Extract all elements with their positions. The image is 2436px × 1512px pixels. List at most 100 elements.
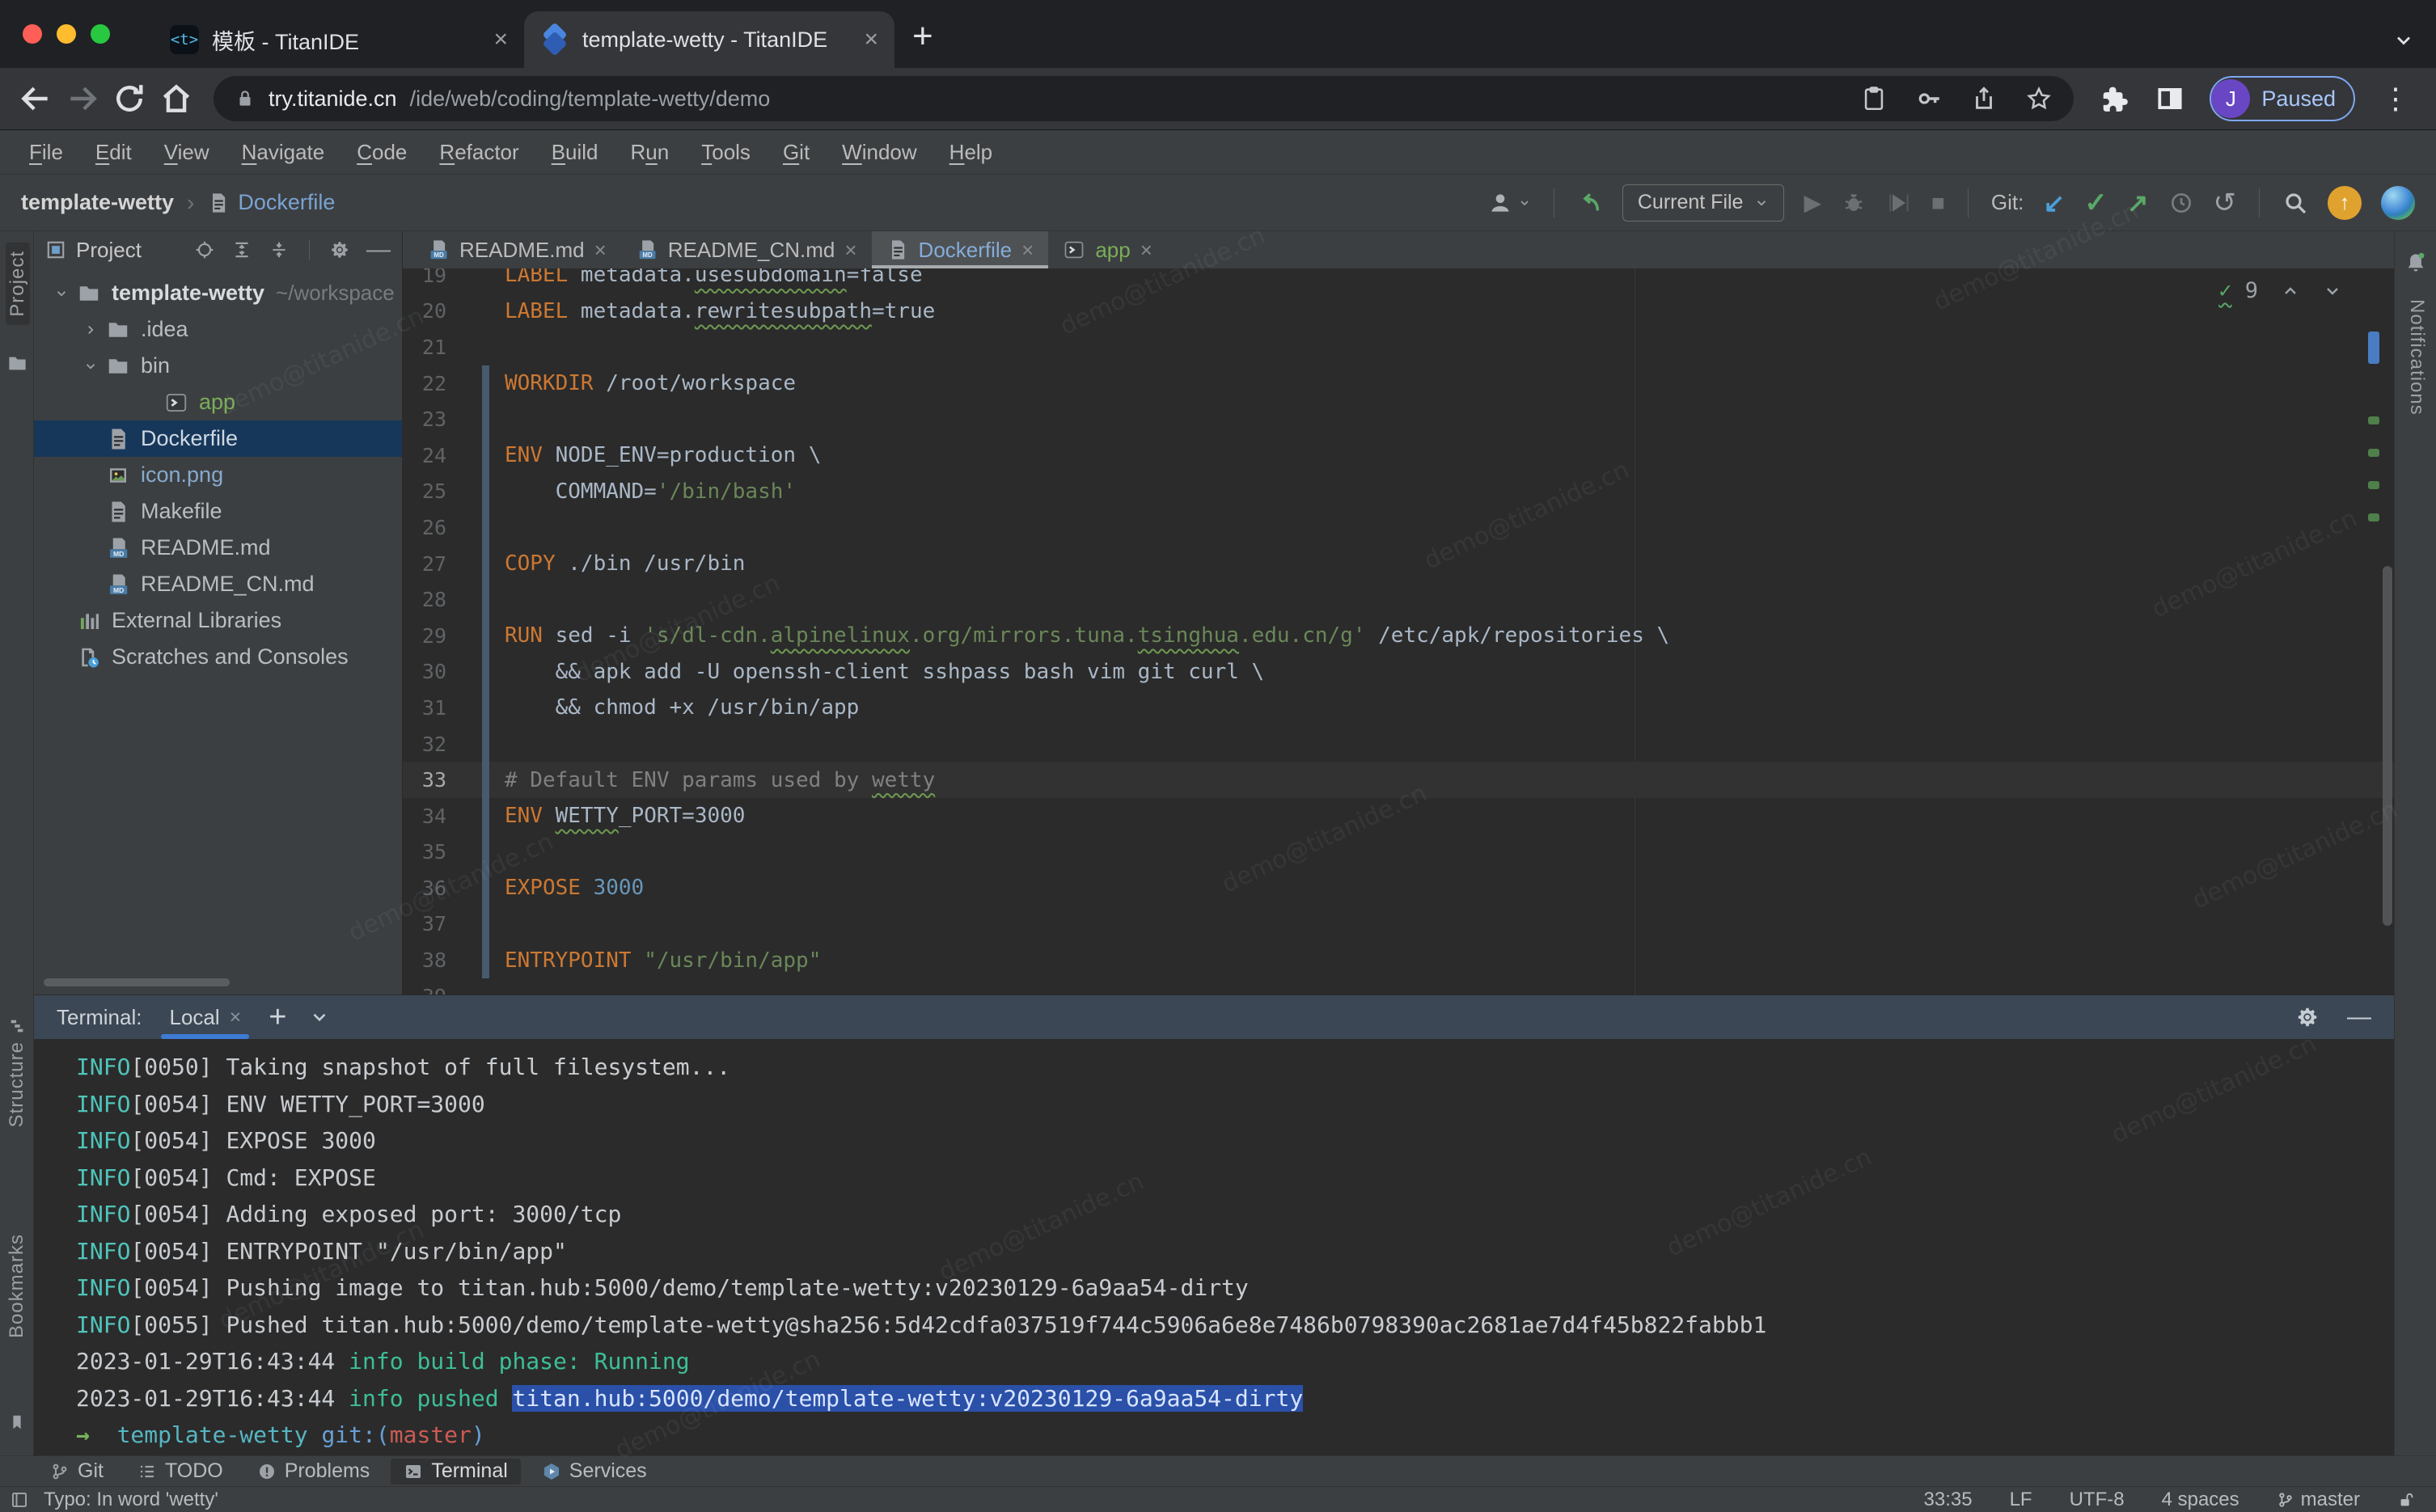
code-line-38[interactable]: 38ENTRYPOINT "/usr/bin/app" — [403, 942, 2394, 978]
tree-item-app[interactable]: app — [34, 384, 402, 420]
structure-icon[interactable] — [8, 1017, 26, 1035]
code-line-24[interactable]: 24ENV NODE_ENV=production \ — [403, 437, 2394, 474]
tool-window-button-git[interactable]: Git — [37, 1459, 116, 1485]
tree-item-bin[interactable]: bin — [34, 348, 402, 384]
tree-item-readme-md[interactable]: MDREADME.md — [34, 530, 402, 566]
user-dropdown[interactable] — [1487, 190, 1531, 216]
editor-tab-app[interactable]: app× — [1048, 231, 1167, 268]
tree-item-external-libraries[interactable]: External Libraries — [34, 602, 402, 639]
line-number[interactable]: 35 — [403, 840, 446, 864]
terminal-tab-local[interactable]: Local × — [164, 995, 246, 1039]
stripe-tab-project[interactable]: Project — [6, 243, 30, 325]
menu-item-view[interactable]: View — [148, 140, 226, 165]
line-number[interactable]: 36 — [403, 876, 446, 900]
zoom-window-button[interactable] — [91, 24, 110, 44]
close-tab-icon[interactable]: × — [864, 26, 878, 53]
line-number[interactable]: 24 — [403, 444, 446, 467]
line-number[interactable]: 23 — [403, 408, 446, 431]
code-line-28[interactable]: 28 — [403, 581, 2394, 618]
tree-item-template-wetty[interactable]: template-wetty~/workspace — [34, 275, 402, 311]
tree-item-makefile[interactable]: Makefile — [34, 493, 402, 530]
tree-item-idea[interactable]: .idea — [34, 311, 402, 348]
next-problem-icon[interactable] — [2323, 281, 2342, 301]
prev-problem-icon[interactable] — [2281, 281, 2300, 301]
tree-chevron-icon[interactable] — [47, 613, 76, 629]
git-branch-widget[interactable]: master — [2277, 1489, 2360, 1511]
line-number[interactable]: 37 — [403, 912, 446, 935]
browser-tab-2[interactable]: template-wetty - TitanIDE × — [524, 11, 894, 68]
code-line-20[interactable]: 20LABEL metadata.rewritesubpath=true — [403, 294, 2394, 330]
line-number[interactable]: 26 — [403, 516, 446, 539]
terminal-line-9[interactable]: 2023-01-29T16:43:44 info build phase: Ru… — [76, 1343, 2394, 1380]
terminal-dropdown-icon[interactable] — [309, 1007, 330, 1028]
run-with-coverage-button[interactable] — [1886, 190, 1912, 216]
terminal-output[interactable]: INFO[0050] Taking snapshot of full files… — [34, 1039, 2394, 1455]
browser-menu-icon[interactable]: ⋮ — [2373, 82, 2418, 116]
code-text[interactable]: RUN sed -i 's/dl-cdn.alpinelinux.org/mir… — [446, 623, 1669, 648]
menu-item-refactor[interactable]: Refactor — [423, 140, 535, 165]
menu-item-navigate[interactable]: Navigate — [226, 140, 341, 165]
terminal-line-10[interactable]: 2023-01-29T16:43:44 info pushed titan.hu… — [76, 1380, 2394, 1417]
menu-item-file[interactable]: File — [13, 140, 79, 165]
code-line-35[interactable]: 35 — [403, 834, 2394, 871]
expand-all-icon[interactable] — [231, 239, 252, 260]
menu-item-tools[interactable]: Tools — [685, 140, 767, 165]
code-text[interactable]: ENTRYPOINT "/usr/bin/app" — [446, 948, 821, 973]
code-text[interactable]: WORKDIR /root/workspace — [446, 371, 796, 395]
line-separator[interactable]: LF — [2010, 1489, 2032, 1511]
search-everywhere-button[interactable] — [2282, 190, 2308, 216]
tree-item-scratches-and-consoles[interactable]: Scratches and Consoles — [34, 639, 402, 675]
line-number[interactable]: 20 — [403, 299, 446, 323]
code-line-19[interactable]: 19LABEL metadata.usesubdomain=false — [403, 268, 2394, 294]
collapse-all-icon[interactable] — [269, 239, 290, 260]
settings-gear-icon[interactable] — [329, 239, 350, 260]
code-text[interactable]: ENV NODE_ENV=production \ — [446, 443, 821, 467]
debug-button[interactable] — [1841, 190, 1867, 216]
line-number[interactable]: 21 — [403, 336, 446, 359]
line-number[interactable]: 30 — [403, 660, 446, 683]
close-tab-icon[interactable]: × — [1021, 238, 1034, 263]
menu-item-window[interactable]: Window — [826, 140, 933, 165]
menu-item-edit[interactable]: Edit — [79, 140, 148, 165]
terminal-line-7[interactable]: INFO[0054] Pushing image to titan.hub:50… — [76, 1269, 2394, 1307]
git-push-button[interactable]: ↗ — [2127, 188, 2149, 218]
code-line-39[interactable]: 39 — [403, 978, 2394, 995]
new-tab-button[interactable]: + — [894, 16, 951, 68]
ide-update-badge[interactable]: ↑ — [2328, 186, 2362, 220]
editor[interactable]: 19LABEL metadata.usesubdomain=false20LAB… — [403, 268, 2394, 995]
code-text[interactable]: # Default ENV params used by wetty — [446, 768, 935, 792]
address-bar[interactable]: try.titanide.cn /ide/web/coding/template… — [214, 76, 2074, 121]
git-rollback-button[interactable]: ↺ — [2214, 187, 2237, 219]
error-stripe-mark[interactable] — [2368, 416, 2379, 424]
terminal-line-3[interactable]: INFO[0054] EXPOSE 3000 — [76, 1122, 2394, 1159]
notifications-bell-icon[interactable] — [2404, 251, 2428, 275]
stripe-tab-bookmarks[interactable]: Bookmarks — [6, 1234, 28, 1338]
code-line-27[interactable]: 27COPY ./bin /usr/bin — [403, 546, 2394, 582]
error-stripe-mark[interactable] — [2368, 513, 2379, 522]
line-number[interactable]: 38 — [403, 948, 446, 972]
tree-chevron-icon[interactable] — [76, 504, 105, 520]
sync-arrow-icon[interactable] — [1577, 190, 1603, 216]
code-text[interactable]: COPY ./bin /usr/bin — [446, 551, 745, 576]
tree-chevron-icon[interactable] — [47, 285, 76, 302]
code-text[interactable]: && chmod +x /usr/bin/app — [446, 695, 859, 720]
line-number[interactable]: 25 — [403, 479, 446, 503]
terminal-settings-gear-icon[interactable] — [2295, 1005, 2320, 1029]
code-line-36[interactable]: 36EXPOSE 3000 — [403, 870, 2394, 906]
tree-chevron-icon[interactable] — [76, 431, 105, 447]
tree-chevron-icon[interactable] — [76, 358, 105, 374]
line-number[interactable]: 22 — [403, 372, 446, 395]
clipboard-icon[interactable] — [1860, 85, 1888, 112]
code-line-37[interactable]: 37 — [403, 906, 2394, 943]
close-tab-icon[interactable]: × — [844, 238, 856, 263]
terminal-line-8[interactable]: INFO[0055] Pushed titan.hub:5000/demo/te… — [76, 1307, 2394, 1344]
tree-item-dockerfile[interactable]: Dockerfile — [34, 420, 402, 457]
close-tab-icon[interactable]: × — [493, 26, 508, 53]
code-text[interactable]: COMMAND='/bin/bash' — [446, 479, 796, 504]
share-icon[interactable] — [1970, 85, 1998, 112]
inspections-widget[interactable]: ✓ 9 — [2218, 278, 2342, 303]
terminal-line-5[interactable]: INFO[0054] Adding exposed port: 3000/tcp — [76, 1196, 2394, 1233]
editor-scrollbar-thumb[interactable] — [2383, 566, 2392, 926]
code-text[interactable]: EXPOSE 3000 — [446, 876, 644, 900]
select-opened-file-icon[interactable] — [194, 239, 215, 260]
